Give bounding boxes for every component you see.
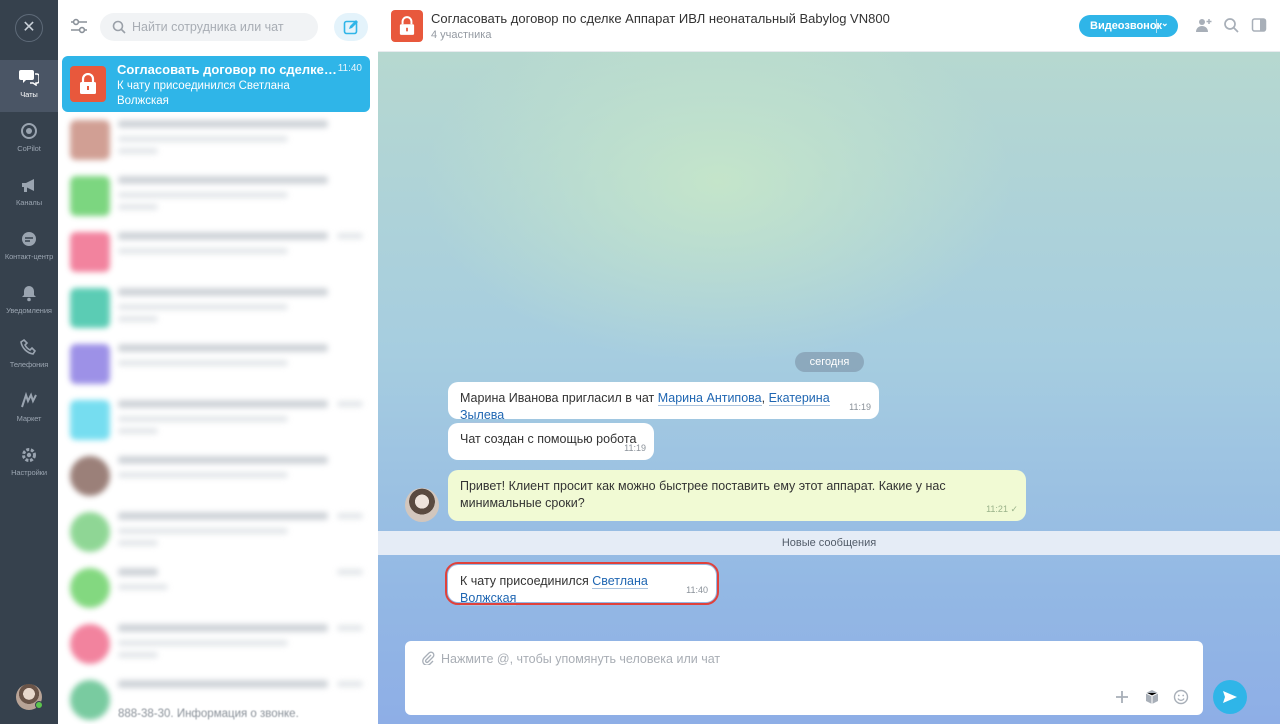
nav-item-channels[interactable]: Каналы: [0, 168, 58, 220]
message-text: ,: [761, 391, 769, 405]
message-time: 11:19: [849, 402, 871, 412]
search-input[interactable]: [132, 13, 312, 41]
nav-item-settings[interactable]: Настройки: [0, 438, 58, 490]
search-box: [100, 13, 318, 41]
message-text: Марина Иванова пригласил в чат: [460, 391, 658, 405]
chat-list-item[interactable]: [62, 224, 370, 280]
chat-time: 11:40: [337, 63, 362, 74]
message-time: 11:21 ✓: [986, 504, 1018, 514]
divider: [1156, 19, 1157, 33]
add-user-icon[interactable]: [1196, 17, 1212, 33]
chat-list-toolbar: [58, 0, 378, 52]
nav-label: Уведомления: [6, 306, 52, 315]
message-text: К чату присоединился: [460, 574, 593, 588]
chat-list-item[interactable]: [62, 280, 370, 336]
system-message-highlighted: К чату присоединился Светлана Волжская 1…: [445, 562, 719, 606]
bell-icon: [22, 286, 36, 302]
nav-label: Телефония: [9, 360, 49, 369]
message-text: Привет! Клиент просит как можно быстрее …: [460, 479, 946, 510]
nav-label: Чаты: [20, 90, 38, 99]
nav-label: Настройки: [11, 468, 47, 477]
chat-preview-snippet: 888-38-30. Информация о звонке.: [118, 708, 299, 720]
nav-label: Контакт-центр: [4, 252, 54, 261]
new-messages-divider: Новые сообщения: [378, 531, 1280, 555]
compose-icon: [343, 20, 358, 35]
nav-label: CoPilot: [17, 144, 41, 153]
system-message: Марина Иванова пригласил в чат Марина Ан…: [448, 382, 879, 423]
chat-avatar: [70, 66, 106, 102]
new-chat-button[interactable]: [334, 13, 368, 41]
paperclip-icon[interactable]: [421, 651, 435, 665]
chat-list-item[interactable]: [62, 616, 370, 672]
sender-avatar[interactable]: [405, 488, 439, 522]
chat-list-item[interactable]: [62, 448, 370, 504]
lock-icon: [80, 73, 96, 94]
video-call-button[interactable]: Видеозвонок ⌄: [1079, 15, 1178, 37]
chat-list-item-active[interactable]: Согласовать договор по сделке Апп... 11:…: [62, 56, 370, 112]
left-navigation-rail: ✕ Чаты CoPilot Каналы Контакт-центр Увед…: [0, 0, 58, 724]
own-message[interactable]: Привет! Клиент просит как можно быстрее …: [448, 470, 1026, 521]
message-composer: [405, 641, 1203, 715]
copilot-icon: [21, 123, 37, 139]
close-icon[interactable]: ✕: [15, 14, 43, 42]
message-time: 11:40: [686, 585, 708, 595]
chat-messages-area: сегодня Марина Иванова пригласил в чат М…: [378, 52, 1280, 724]
chat-title[interactable]: Согласовать договор по сделке Аппарат ИВ…: [431, 11, 890, 26]
megaphone-icon: [22, 179, 34, 192]
message-input[interactable]: [441, 649, 1181, 669]
phone-icon: [20, 338, 37, 355]
message-text: Чат создан с помощью робота: [460, 432, 637, 446]
chat-list-item[interactable]: [62, 112, 370, 168]
chat-title: Согласовать договор по сделке Апп...: [117, 62, 339, 77]
chat-icon: [19, 70, 39, 86]
send-icon: [1223, 691, 1237, 703]
plus-icon[interactable]: [1114, 689, 1130, 705]
contact-center-icon: [22, 232, 36, 246]
lock-icon: [399, 16, 415, 35]
user-mention[interactable]: Марина Антипова: [657, 391, 762, 406]
chat-list-item[interactable]: [62, 168, 370, 224]
chat-header: Согласовать договор по сделке Аппарат ИВ…: [378, 0, 1280, 52]
nav-label: Каналы: [15, 198, 43, 207]
chat-list-item[interactable]: [62, 504, 370, 560]
market-icon: [21, 392, 37, 408]
chat-list-item[interactable]: [62, 392, 370, 448]
chat-preview: К чату присоединился Светлана Волжская: [117, 80, 290, 107]
nav-item-notifications[interactable]: Уведомления: [0, 276, 58, 328]
video-call-label: Видеозвонок: [1090, 20, 1163, 32]
nav-item-telephony[interactable]: Телефония: [0, 330, 58, 382]
smiley-icon[interactable]: [1173, 689, 1189, 705]
search-icon: [112, 20, 126, 34]
message-time: 11:19: [624, 443, 646, 453]
nav-item-copilot[interactable]: CoPilot: [0, 114, 58, 166]
nav-item-market[interactable]: Маркет: [0, 384, 58, 436]
chevron-down-icon[interactable]: ⌄: [1161, 18, 1169, 29]
chat-list-item[interactable]: [62, 560, 370, 616]
system-message: Чат создан с помощью робота 11:19: [448, 423, 654, 460]
participants-count[interactable]: 4 участника: [431, 29, 491, 41]
online-status-dot: [35, 701, 43, 709]
filter-icon[interactable]: [68, 15, 90, 37]
sidebar-toggle-icon[interactable]: [1251, 17, 1267, 33]
nav-label: Маркет: [16, 414, 42, 423]
nav-item-chats[interactable]: Чаты: [0, 60, 58, 112]
chat-avatar[interactable]: [391, 10, 423, 42]
nav-item-contact-center[interactable]: Контакт-центр: [0, 222, 58, 274]
chat-list-panel: Согласовать договор по сделке Апп... 11:…: [58, 0, 378, 724]
search-icon[interactable]: [1223, 17, 1239, 33]
send-button[interactable]: [1213, 680, 1247, 714]
package-icon[interactable]: [1144, 689, 1160, 705]
chat-list-item[interactable]: [62, 336, 370, 392]
date-divider: сегодня: [795, 352, 864, 372]
gear-icon: [22, 448, 36, 462]
